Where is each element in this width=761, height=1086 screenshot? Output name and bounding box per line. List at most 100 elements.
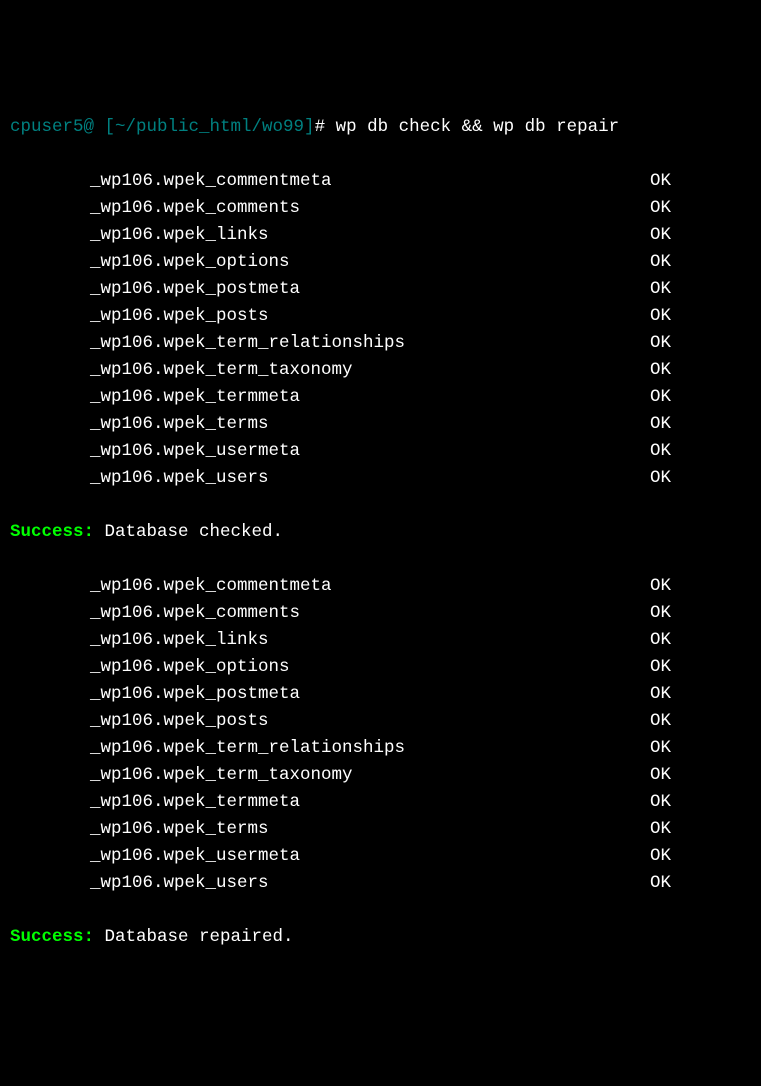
table-row: _wp106.wpek_commentmetaOK [10, 573, 751, 600]
prompt-hash: # [315, 117, 336, 137]
indent [10, 573, 90, 600]
status-text: OK [490, 735, 751, 762]
repair-output: _wp106.wpek_commentmetaOK_wp106.wpek_com… [10, 573, 751, 897]
status-text: OK [490, 384, 751, 411]
table-row: _wp106.wpek_linksOK [10, 222, 751, 249]
table-row: _wp106.wpek_usermetaOK [10, 843, 751, 870]
table-name: _wp106.wpek_termmeta [90, 384, 490, 411]
status-text: OK [490, 249, 751, 276]
table-name: _wp106.wpek_term_relationships [90, 330, 490, 357]
table-name: _wp106.wpek_terms [90, 411, 490, 438]
prompt-userhost: cpuser5@ [10, 117, 94, 137]
indent [10, 654, 90, 681]
command-text: wp db check && wp db repair [336, 117, 620, 137]
table-row: _wp106.wpek_termsOK [10, 816, 751, 843]
table-row: _wp106.wpek_termsOK [10, 411, 751, 438]
table-name: _wp106.wpek_posts [90, 303, 490, 330]
table-row: _wp106.wpek_linksOK [10, 627, 751, 654]
table-name: _wp106.wpek_commentmeta [90, 168, 490, 195]
indent [10, 357, 90, 384]
table-row: _wp106.wpek_commentsOK [10, 195, 751, 222]
indent [10, 600, 90, 627]
status-text: OK [490, 357, 751, 384]
status-text: OK [490, 762, 751, 789]
prompt-line[interactable]: cpuser5@ [~/public_html/wo99]# wp db che… [10, 114, 751, 141]
success-label: Success: [10, 927, 94, 947]
table-row: _wp106.wpek_usermetaOK [10, 438, 751, 465]
table-name: _wp106.wpek_term_relationships [90, 735, 490, 762]
success-message: Database checked. [94, 522, 283, 542]
success-label: Success: [10, 522, 94, 542]
table-row: _wp106.wpek_usersOK [10, 465, 751, 492]
status-text: OK [490, 816, 751, 843]
table-row: _wp106.wpek_usersOK [10, 870, 751, 897]
indent [10, 249, 90, 276]
table-row: _wp106.wpek_term_taxonomyOK [10, 357, 751, 384]
indent [10, 843, 90, 870]
table-name: _wp106.wpek_links [90, 627, 490, 654]
indent [10, 708, 90, 735]
table-name: _wp106.wpek_options [90, 249, 490, 276]
status-text: OK [490, 681, 751, 708]
table-name: _wp106.wpek_links [90, 222, 490, 249]
status-text: OK [490, 627, 751, 654]
check-output: _wp106.wpek_commentmetaOK_wp106.wpek_com… [10, 168, 751, 492]
status-text: OK [490, 303, 751, 330]
check-success-line: Success: Database checked. [10, 519, 751, 546]
table-row: _wp106.wpek_postmetaOK [10, 681, 751, 708]
indent [10, 735, 90, 762]
table-name: _wp106.wpek_postmeta [90, 681, 490, 708]
table-row: _wp106.wpek_postmetaOK [10, 276, 751, 303]
table-name: _wp106.wpek_term_taxonomy [90, 762, 490, 789]
status-text: OK [490, 276, 751, 303]
indent [10, 411, 90, 438]
table-name: _wp106.wpek_termmeta [90, 789, 490, 816]
status-text: OK [490, 168, 751, 195]
table-name: _wp106.wpek_users [90, 465, 490, 492]
table-name: _wp106.wpek_users [90, 870, 490, 897]
status-text: OK [490, 222, 751, 249]
table-name: _wp106.wpek_usermeta [90, 438, 490, 465]
table-row: _wp106.wpek_postsOK [10, 708, 751, 735]
table-row: _wp106.wpek_termmetaOK [10, 384, 751, 411]
status-text: OK [490, 411, 751, 438]
indent [10, 816, 90, 843]
indent [10, 762, 90, 789]
table-name: _wp106.wpek_options [90, 654, 490, 681]
table-name: _wp106.wpek_terms [90, 816, 490, 843]
status-text: OK [490, 708, 751, 735]
indent [10, 222, 90, 249]
table-row: _wp106.wpek_commentmetaOK [10, 168, 751, 195]
indent [10, 195, 90, 222]
table-name: _wp106.wpek_comments [90, 600, 490, 627]
indent [10, 168, 90, 195]
status-text: OK [490, 654, 751, 681]
status-text: OK [490, 843, 751, 870]
indent [10, 276, 90, 303]
table-row: _wp106.wpek_commentsOK [10, 600, 751, 627]
table-row: _wp106.wpek_optionsOK [10, 249, 751, 276]
status-text: OK [490, 465, 751, 492]
table-name: _wp106.wpek_term_taxonomy [90, 357, 490, 384]
table-name: _wp106.wpek_usermeta [90, 843, 490, 870]
status-text: OK [490, 789, 751, 816]
indent [10, 681, 90, 708]
prompt-path: [~/public_html/wo99] [94, 117, 315, 137]
indent [10, 438, 90, 465]
status-text: OK [490, 330, 751, 357]
table-name: _wp106.wpek_commentmeta [90, 573, 490, 600]
status-text: OK [490, 438, 751, 465]
table-row: _wp106.wpek_termmetaOK [10, 789, 751, 816]
table-row: _wp106.wpek_term_taxonomyOK [10, 762, 751, 789]
success-message: Database repaired. [94, 927, 294, 947]
status-text: OK [490, 870, 751, 897]
status-text: OK [490, 573, 751, 600]
indent [10, 870, 90, 897]
indent [10, 789, 90, 816]
status-text: OK [490, 195, 751, 222]
table-row: _wp106.wpek_term_relationshipsOK [10, 330, 751, 357]
indent [10, 330, 90, 357]
indent [10, 465, 90, 492]
table-row: _wp106.wpek_postsOK [10, 303, 751, 330]
indent [10, 627, 90, 654]
